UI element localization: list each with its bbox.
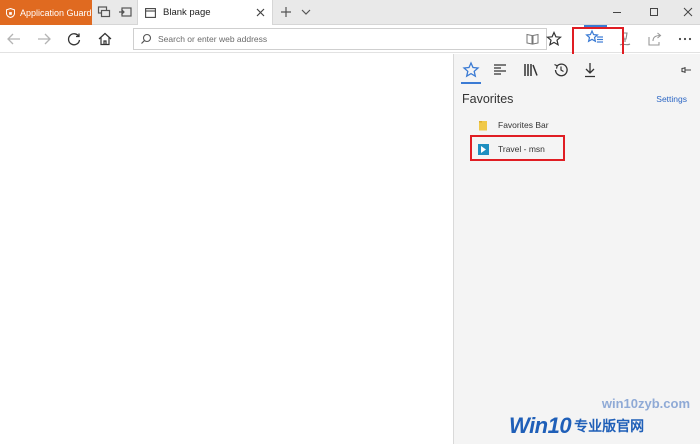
close-tab-icon[interactable] bbox=[255, 7, 266, 18]
page-icon bbox=[145, 7, 156, 18]
books-icon[interactable] bbox=[522, 61, 540, 79]
reading-list-icon[interactable] bbox=[491, 61, 509, 79]
favorites-bar-item[interactable]: Favorites Bar bbox=[478, 116, 549, 134]
refresh-icon[interactable] bbox=[66, 31, 82, 47]
application-guard-label: Application Guard bbox=[20, 7, 92, 18]
share-icon[interactable] bbox=[647, 31, 663, 47]
home-icon[interactable] bbox=[97, 31, 113, 47]
watermark-url: win10zyb.com bbox=[601, 396, 690, 411]
maximize-icon[interactable] bbox=[648, 6, 660, 18]
watermark-logo-main: Win10 bbox=[509, 413, 572, 438]
chevron-down-icon[interactable] bbox=[300, 6, 312, 18]
folder-icon bbox=[479, 120, 487, 130]
favorites-heading: Favorites bbox=[462, 92, 514, 106]
add-favorite-star-icon[interactable] bbox=[546, 31, 562, 47]
search-icon bbox=[141, 33, 152, 44]
reading-view-icon[interactable] bbox=[526, 33, 539, 45]
downloads-icon[interactable] bbox=[581, 61, 599, 79]
hub-panel: Favorites Settings Favorites Bar Travel … bbox=[453, 54, 700, 444]
set-aside-tabs-icon[interactable] bbox=[118, 5, 132, 19]
close-window-icon[interactable] bbox=[682, 6, 694, 18]
hub-tab-active-indicator bbox=[461, 82, 481, 84]
address-bar[interactable] bbox=[133, 28, 547, 50]
list-item-label: Favorites Bar bbox=[498, 120, 549, 130]
tab-blank-page[interactable]: Blank page bbox=[137, 0, 273, 25]
watermark-logo-sub: 专业版官网 bbox=[574, 419, 645, 435]
pin-icon[interactable] bbox=[680, 64, 692, 76]
title-bar: Application Guard Blank page bbox=[0, 0, 700, 25]
address-input[interactable] bbox=[158, 31, 518, 47]
tab-title: Blank page bbox=[163, 7, 211, 18]
new-tab-icon[interactable] bbox=[279, 5, 293, 19]
forward-arrow-icon[interactable] bbox=[36, 31, 52, 47]
back-arrow-icon[interactable] bbox=[6, 31, 22, 47]
more-dots-icon[interactable] bbox=[677, 31, 693, 47]
watermark-logo: Win10 专业版官网 bbox=[509, 411, 695, 441]
shield-icon bbox=[6, 7, 15, 18]
history-icon[interactable] bbox=[552, 61, 570, 79]
highlight-box-travel-msn bbox=[470, 135, 565, 161]
favorites-star-tab-icon[interactable] bbox=[462, 61, 480, 79]
settings-link[interactable]: Settings bbox=[656, 94, 687, 104]
minimize-icon[interactable] bbox=[611, 6, 623, 18]
tab-thumbnails-icon[interactable] bbox=[97, 5, 111, 19]
application-guard-tab[interactable]: Application Guard bbox=[0, 0, 92, 25]
